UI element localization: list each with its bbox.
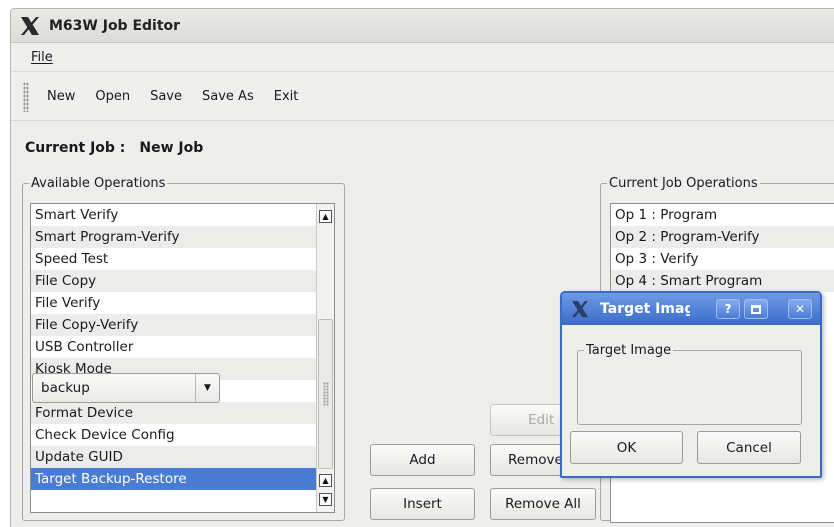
available-operations-list[interactable]: Smart Verify Smart Program-Verify Speed … xyxy=(30,203,335,513)
list-item[interactable]: Smart Program-Verify xyxy=(31,226,316,248)
list-item[interactable]: Update GUID xyxy=(31,446,316,468)
list-item[interactable]: Op 1 : Program xyxy=(611,204,834,226)
list-item[interactable]: File Copy xyxy=(31,270,316,292)
edit-button[interactable]: Edit xyxy=(490,404,565,436)
title-bar: M63W Job Editor xyxy=(11,9,834,43)
add-button[interactable]: Add xyxy=(370,444,475,476)
scroll-up-icon[interactable]: ▲ xyxy=(319,474,332,487)
menu-file[interactable]: File xyxy=(31,50,53,65)
menu-bar: File xyxy=(11,44,834,72)
target-image-legend: Target Image xyxy=(586,343,672,358)
scroll-up-icon[interactable]: ▲ xyxy=(319,210,332,223)
toolbar-grip[interactable] xyxy=(23,81,29,112)
list-item[interactable]: Op 3 : Verify xyxy=(611,248,834,270)
remove-button[interactable]: Remove xyxy=(490,444,565,476)
list-item[interactable]: Smart Verify xyxy=(31,204,316,226)
list-item-selected[interactable]: Target Backup-Restore xyxy=(31,468,316,490)
target-image-combo[interactable]: backup ▼ xyxy=(32,373,220,403)
current-job-heading: Current Job : New Job xyxy=(25,140,203,156)
list-item[interactable]: Op 4 : Smart Program xyxy=(611,270,834,292)
chevron-down-icon[interactable]: ▼ xyxy=(195,374,219,402)
close-icon[interactable]: ✕ xyxy=(788,299,812,319)
ok-button[interactable]: OK xyxy=(570,431,683,464)
exit-button[interactable]: Exit xyxy=(272,87,301,106)
cancel-button[interactable]: Cancel xyxy=(697,431,801,464)
window-title: M63W Job Editor xyxy=(49,17,181,34)
dialog-title-bar[interactable]: Target Image ? ✕ xyxy=(562,293,820,325)
list-item[interactable]: USB Controller xyxy=(31,336,316,358)
list-item[interactable]: Check Device Config xyxy=(31,424,316,446)
toolbar: New Open Save Save As Exit xyxy=(11,73,834,121)
list-item[interactable]: File Verify xyxy=(31,292,316,314)
save-as-button[interactable]: Save As xyxy=(200,87,256,106)
maximize-icon[interactable] xyxy=(744,299,768,319)
scrollbar-thumb[interactable] xyxy=(318,319,333,469)
combo-value: backup xyxy=(41,380,90,396)
help-icon[interactable]: ? xyxy=(716,299,740,319)
list-item[interactable]: Format Device xyxy=(31,402,316,424)
available-operations-legend: Available Operations xyxy=(31,176,166,191)
scroll-down-icon[interactable]: ▼ xyxy=(319,493,332,506)
thumb-grip xyxy=(323,382,329,406)
list-item[interactable]: Op 2 : Program-Verify xyxy=(611,226,834,248)
target-image-group: Target Image xyxy=(577,343,802,425)
insert-button[interactable]: Insert xyxy=(370,488,475,520)
current-job-label: Current Job : xyxy=(25,140,126,156)
remove-all-button[interactable]: Remove All xyxy=(490,488,596,520)
save-button[interactable]: Save xyxy=(148,87,184,106)
available-list-scrollbar[interactable]: ▲ ▲ ▼ xyxy=(316,204,334,512)
open-button[interactable]: Open xyxy=(93,87,132,106)
list-item[interactable]: File Copy-Verify xyxy=(31,314,316,336)
new-button[interactable]: New xyxy=(45,87,77,106)
dialog-title: Target Image xyxy=(600,301,690,317)
x11-logo-icon xyxy=(572,301,588,317)
current-job-value: New Job xyxy=(139,140,204,156)
x11-logo-icon xyxy=(21,16,39,35)
list-item[interactable]: Speed Test xyxy=(31,248,316,270)
current-job-operations-legend: Current Job Operations xyxy=(609,176,758,191)
